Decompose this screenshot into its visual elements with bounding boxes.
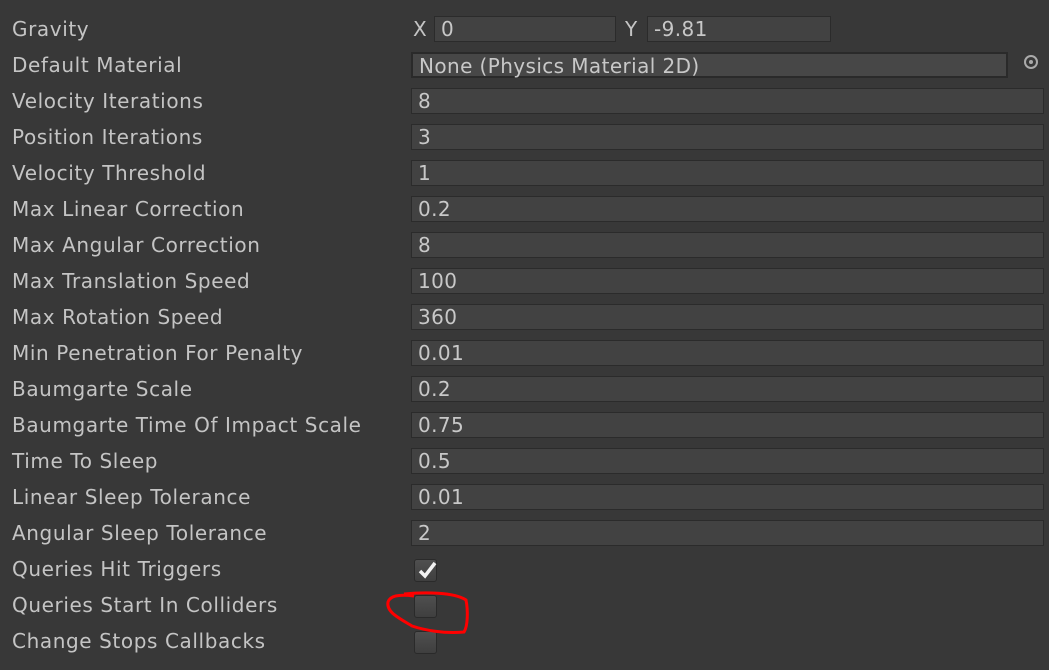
property-row: Baumgarte Time Of Impact Scale 0.75 [0, 408, 1049, 444]
checkbox-label: Queries Hit Triggers [12, 557, 222, 581]
property-field[interactable]: 0.75 [411, 412, 1044, 438]
gravity-y-field[interactable]: -9.81 [647, 16, 831, 42]
property-row: Linear Sleep Tolerance 0.01 [0, 480, 1049, 516]
default-material-field[interactable]: None (Physics Material 2D) [411, 52, 1008, 78]
object-picker-icon[interactable] [1024, 55, 1038, 69]
gravity-label: Gravity [12, 17, 90, 41]
property-label: Max Linear Correction [12, 197, 245, 221]
property-row: Velocity Threshold 1 [0, 156, 1049, 192]
property-field[interactable]: 0.5 [411, 448, 1044, 474]
property-label: Max Angular Correction [12, 233, 261, 257]
property-label: Baumgarte Scale [12, 377, 193, 401]
property-row: Max Angular Correction 8 [0, 228, 1049, 264]
checkbox-label: Queries Start In Colliders [12, 593, 278, 617]
property-label: Linear Sleep Tolerance [12, 485, 252, 509]
property-row: Time To Sleep 0.5 [0, 444, 1049, 480]
checkmark-icon [418, 561, 437, 579]
default-material-row: Default Material None (Physics Material … [0, 48, 1049, 84]
property-label: Baumgarte Time Of Impact Scale [12, 413, 362, 437]
property-row: Baumgarte Scale 0.2 [0, 372, 1049, 408]
checkbox-row: Change Stops Callbacks [0, 624, 1049, 660]
property-row: Max Linear Correction 0.2 [0, 192, 1049, 228]
property-row: Angular Sleep Tolerance 2 [0, 516, 1049, 552]
property-label: Time To Sleep [12, 449, 159, 473]
property-field[interactable]: 8 [411, 232, 1044, 258]
gravity-x-label: X [413, 17, 427, 41]
checkbox-label: Change Stops Callbacks [12, 629, 266, 653]
property-label: Angular Sleep Tolerance [12, 521, 268, 545]
property-field[interactable]: 360 [411, 304, 1044, 330]
gravity-x-field[interactable]: 0 [434, 16, 616, 42]
checkbox-row: Queries Start In Colliders [0, 588, 1049, 624]
red-annotation-circle [386, 591, 469, 634]
property-label: Position Iterations [12, 125, 203, 149]
property-field[interactable]: 0.2 [411, 376, 1044, 402]
property-row: Position Iterations 3 [0, 120, 1049, 156]
gravity-y-label: Y [625, 17, 638, 41]
default-material-label: Default Material [12, 53, 183, 77]
property-label: Velocity Threshold [12, 161, 207, 185]
property-label: Velocity Iterations [12, 89, 204, 113]
checkbox[interactable] [414, 559, 437, 582]
property-field[interactable]: 3 [411, 124, 1044, 150]
property-label: Max Rotation Speed [12, 305, 224, 329]
property-field[interactable]: 2 [411, 520, 1044, 546]
property-field[interactable]: 0.2 [411, 196, 1044, 222]
property-row: Max Translation Speed 100 [0, 264, 1049, 300]
property-row: Max Rotation Speed 360 [0, 300, 1049, 336]
property-row: Velocity Iterations 8 [0, 84, 1049, 120]
property-field[interactable]: 1 [411, 160, 1044, 186]
checkbox-row: Queries Hit Triggers [0, 552, 1049, 588]
gravity-row: Gravity X 0 Y -9.81 [0, 12, 1049, 48]
property-field[interactable]: 8 [411, 88, 1044, 114]
property-field[interactable]: 0.01 [411, 340, 1044, 366]
property-field[interactable]: 0.01 [411, 484, 1044, 510]
property-label: Min Penetration For Penalty [12, 341, 304, 365]
property-label: Max Translation Speed [12, 269, 251, 293]
property-field[interactable]: 100 [411, 268, 1044, 294]
property-row: Min Penetration For Penalty 0.01 [0, 336, 1049, 372]
